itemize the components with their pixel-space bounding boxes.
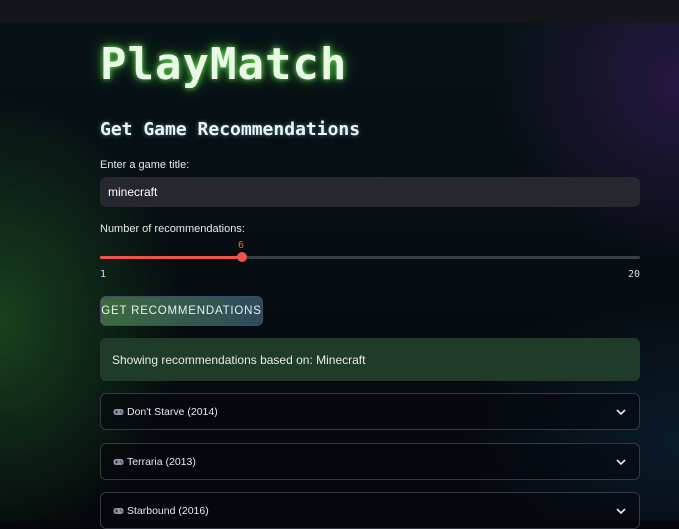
result-expander[interactable]: Don't Starve (2014) [100,393,640,430]
result-title: Starbound (2016) [127,504,209,517]
slider-fill [100,256,242,259]
chevron-down-icon[interactable] [615,458,627,466]
chevron-down-icon[interactable] [615,507,627,515]
info-alert: Showing recommendations based on: Minecr… [100,338,640,381]
app-title: PlayMatch [100,39,348,90]
game-title-input[interactable] [100,177,640,207]
slider-current-value: 6 [238,240,245,251]
game-title-label: Enter a game title: [100,159,190,171]
browser-top-bar [0,0,679,23]
result-expander[interactable]: Terraria (2013) [100,443,640,480]
slider-thumb[interactable] [237,252,247,262]
slider-min-label: 1 [100,269,107,280]
result-title: Terraria (2013) [127,455,196,468]
result-title: Don't Starve (2014) [127,405,218,418]
slider-max-label: 20 [627,269,640,280]
game-controller-icon [113,458,124,465]
get-recommendations-button[interactable]: GET RECOMMENDATIONS [100,296,263,326]
game-controller-icon [113,507,124,514]
chevron-down-icon[interactable] [615,408,627,416]
recommendations-count-label: Number of recommendations: [100,223,245,235]
result-expander[interactable]: Starbound (2016) [100,492,640,529]
info-alert-text: Showing recommendations based on: Minecr… [112,352,366,367]
section-title: Get Game Recommendations [100,119,361,140]
recommendations-count-slider[interactable]: 6 1 20 [100,240,640,280]
game-controller-icon [113,408,124,415]
